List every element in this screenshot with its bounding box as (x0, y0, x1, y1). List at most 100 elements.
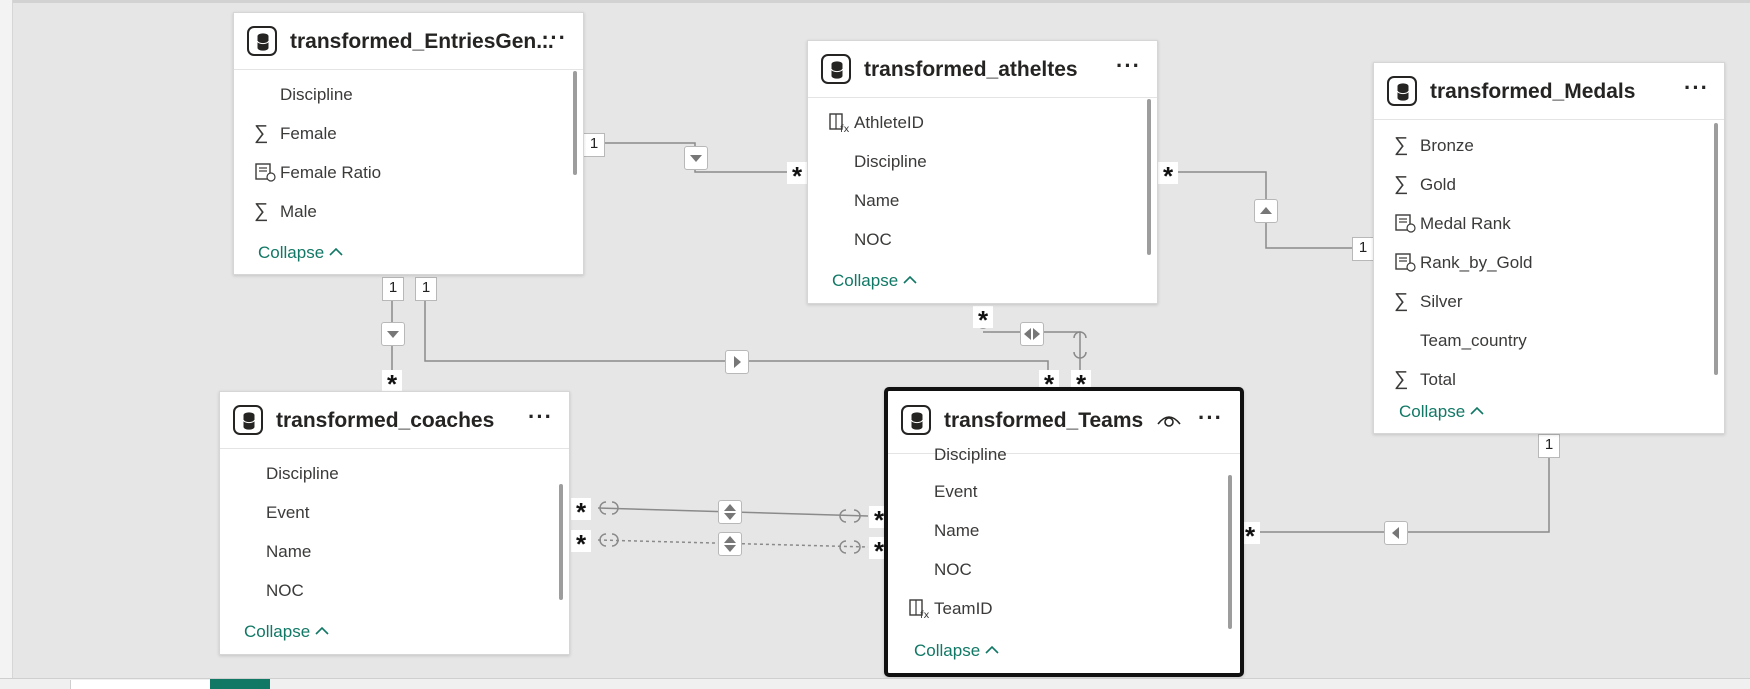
field-name: Silver (1420, 292, 1463, 311)
field-name: Female (280, 124, 337, 143)
field-name: Medal Rank (1420, 214, 1511, 233)
scrollbar[interactable] (573, 71, 577, 175)
field-name: AthleteID (854, 113, 924, 132)
cardinality-many-marker: * (1158, 162, 1178, 190)
table-name: transformed_EntriesGen... (290, 30, 554, 53)
field-name: Name (266, 542, 312, 561)
table-name: transformed_coaches (276, 409, 495, 432)
cardinality-many-marker: * (571, 498, 591, 526)
field-name: Event (266, 503, 310, 522)
cardinality-one-marker: 1 (1538, 434, 1560, 458)
chevron-up-icon (1469, 402, 1485, 422)
filter-direction-both-vertical-icon[interactable] (718, 532, 742, 556)
sum-icon: ∑ (1394, 290, 1409, 312)
chevron-up-icon (314, 622, 330, 642)
field-name: Discipline (280, 85, 353, 104)
table-database-icon (247, 26, 277, 56)
filter-direction-both-vertical-icon[interactable] (718, 500, 742, 524)
cardinality-many-marker: * (382, 370, 402, 398)
collapse-link[interactable]: Collapse (258, 243, 344, 263)
table-card-athletes[interactable]: transformed_atheltes ··· fx AthleteID Dis… (807, 40, 1158, 304)
cardinality-one-marker: 1 (583, 133, 605, 157)
field-name: Name (854, 191, 900, 210)
svg-text:fx: fx (920, 610, 930, 619)
cardinality-many-marker: * (787, 162, 807, 190)
chevron-up-icon (902, 271, 918, 291)
visibility-eye-icon[interactable] (1156, 411, 1182, 434)
collapse-link[interactable]: Collapse (1399, 402, 1485, 422)
measure-icon (1394, 212, 1416, 234)
chevron-up-icon (984, 641, 1000, 661)
table-name: transformed_atheltes (864, 58, 1078, 81)
chevron-up-icon (328, 243, 344, 263)
sum-icon: ∑ (254, 122, 269, 144)
field-name: NOC (266, 581, 304, 600)
scrollbar[interactable] (1228, 475, 1232, 629)
more-options-icon[interactable]: ··· (1116, 53, 1141, 79)
more-options-icon[interactable]: ··· (528, 404, 553, 430)
more-options-icon[interactable]: ··· (1684, 75, 1709, 101)
filter-direction-both-icon[interactable] (1020, 322, 1044, 346)
measure-icon (1394, 251, 1416, 273)
more-options-icon[interactable]: ··· (1198, 405, 1223, 431)
cardinality-one-marker: 1 (382, 277, 404, 301)
filter-direction-up-icon[interactable] (1254, 199, 1278, 223)
filter-direction-down-icon[interactable] (684, 146, 708, 170)
collapse-label: Collapse (914, 641, 981, 660)
cardinality-many-marker: * (571, 530, 591, 558)
model-view-canvas[interactable]: 1 * * 1 1 1 * * * * * * * * * 1 transfor… (0, 0, 1750, 689)
scrollbar[interactable] (1147, 99, 1151, 255)
sum-icon: ∑ (1394, 368, 1409, 390)
table-card-medals[interactable]: transformed_Medals ··· ∑ Bronze ∑ Gold Med… (1373, 62, 1725, 434)
field-name: Rank_by_Gold (1420, 253, 1533, 272)
cardinality-one-marker: 1 (415, 277, 437, 301)
field-name: Female Ratio (280, 163, 382, 182)
cardinality-many-marker: * (973, 306, 993, 334)
field-name: Name (934, 521, 980, 540)
field-name: Male (280, 202, 317, 221)
collapse-link[interactable]: Collapse (244, 622, 330, 642)
table-header[interactable]: transformed_EntriesGen... ··· (234, 13, 583, 70)
more-options-icon[interactable]: ··· (542, 25, 567, 51)
field-name: Total (1420, 370, 1456, 389)
table-card-teams[interactable]: transformed_Teams ··· Discipline Event N… (884, 387, 1244, 677)
table-database-icon (901, 405, 931, 435)
field-name: Bronze (1420, 136, 1474, 155)
table-database-icon (821, 54, 851, 84)
scrollbar[interactable] (1714, 123, 1718, 375)
field-name: Discipline (934, 445, 1007, 464)
collapse-label: Collapse (832, 271, 899, 290)
sum-icon: ∑ (254, 200, 269, 222)
field-name: Gold (1420, 175, 1456, 194)
table-header[interactable]: transformed_atheltes ··· (808, 41, 1157, 98)
sum-icon: ∑ (1394, 173, 1409, 195)
filter-direction-down-icon[interactable] (381, 322, 405, 346)
measure-icon (254, 161, 276, 183)
table-card-entriesgender[interactable]: transformed_EntriesGen... ··· Discipline… (233, 12, 584, 275)
table-name: transformed_Medals (1430, 80, 1636, 103)
collapse-link[interactable]: Collapse (832, 271, 918, 291)
field-name: Event (934, 482, 978, 501)
field-name: NOC (854, 230, 892, 249)
collapse-label: Collapse (1399, 402, 1466, 421)
scrollbar[interactable] (559, 484, 563, 600)
field-name: Discipline (266, 464, 339, 483)
collapse-link[interactable]: Collapse (914, 641, 1000, 661)
collapse-label: Collapse (258, 243, 325, 262)
filter-direction-right-icon[interactable] (725, 350, 749, 374)
svg-text:fx: fx (840, 124, 850, 133)
table-header[interactable]: transformed_coaches ··· (220, 392, 569, 449)
field-name: Team_country (1420, 331, 1527, 350)
calculated-column-icon: fx (908, 597, 930, 621)
filter-direction-left-icon[interactable] (1384, 521, 1408, 545)
sum-icon: ∑ (1394, 134, 1409, 156)
table-database-icon (1387, 76, 1417, 106)
calculated-column-icon: fx (828, 111, 850, 135)
collapse-label: Collapse (244, 622, 311, 641)
table-header[interactable]: transformed_Medals ··· (1374, 63, 1724, 120)
field-name: NOC (934, 560, 972, 579)
table-database-icon (233, 405, 263, 435)
field-name: Discipline (854, 152, 927, 171)
table-card-coaches[interactable]: transformed_coaches ··· Discipline Event… (219, 391, 570, 655)
page-tabs-bar (0, 678, 1750, 689)
